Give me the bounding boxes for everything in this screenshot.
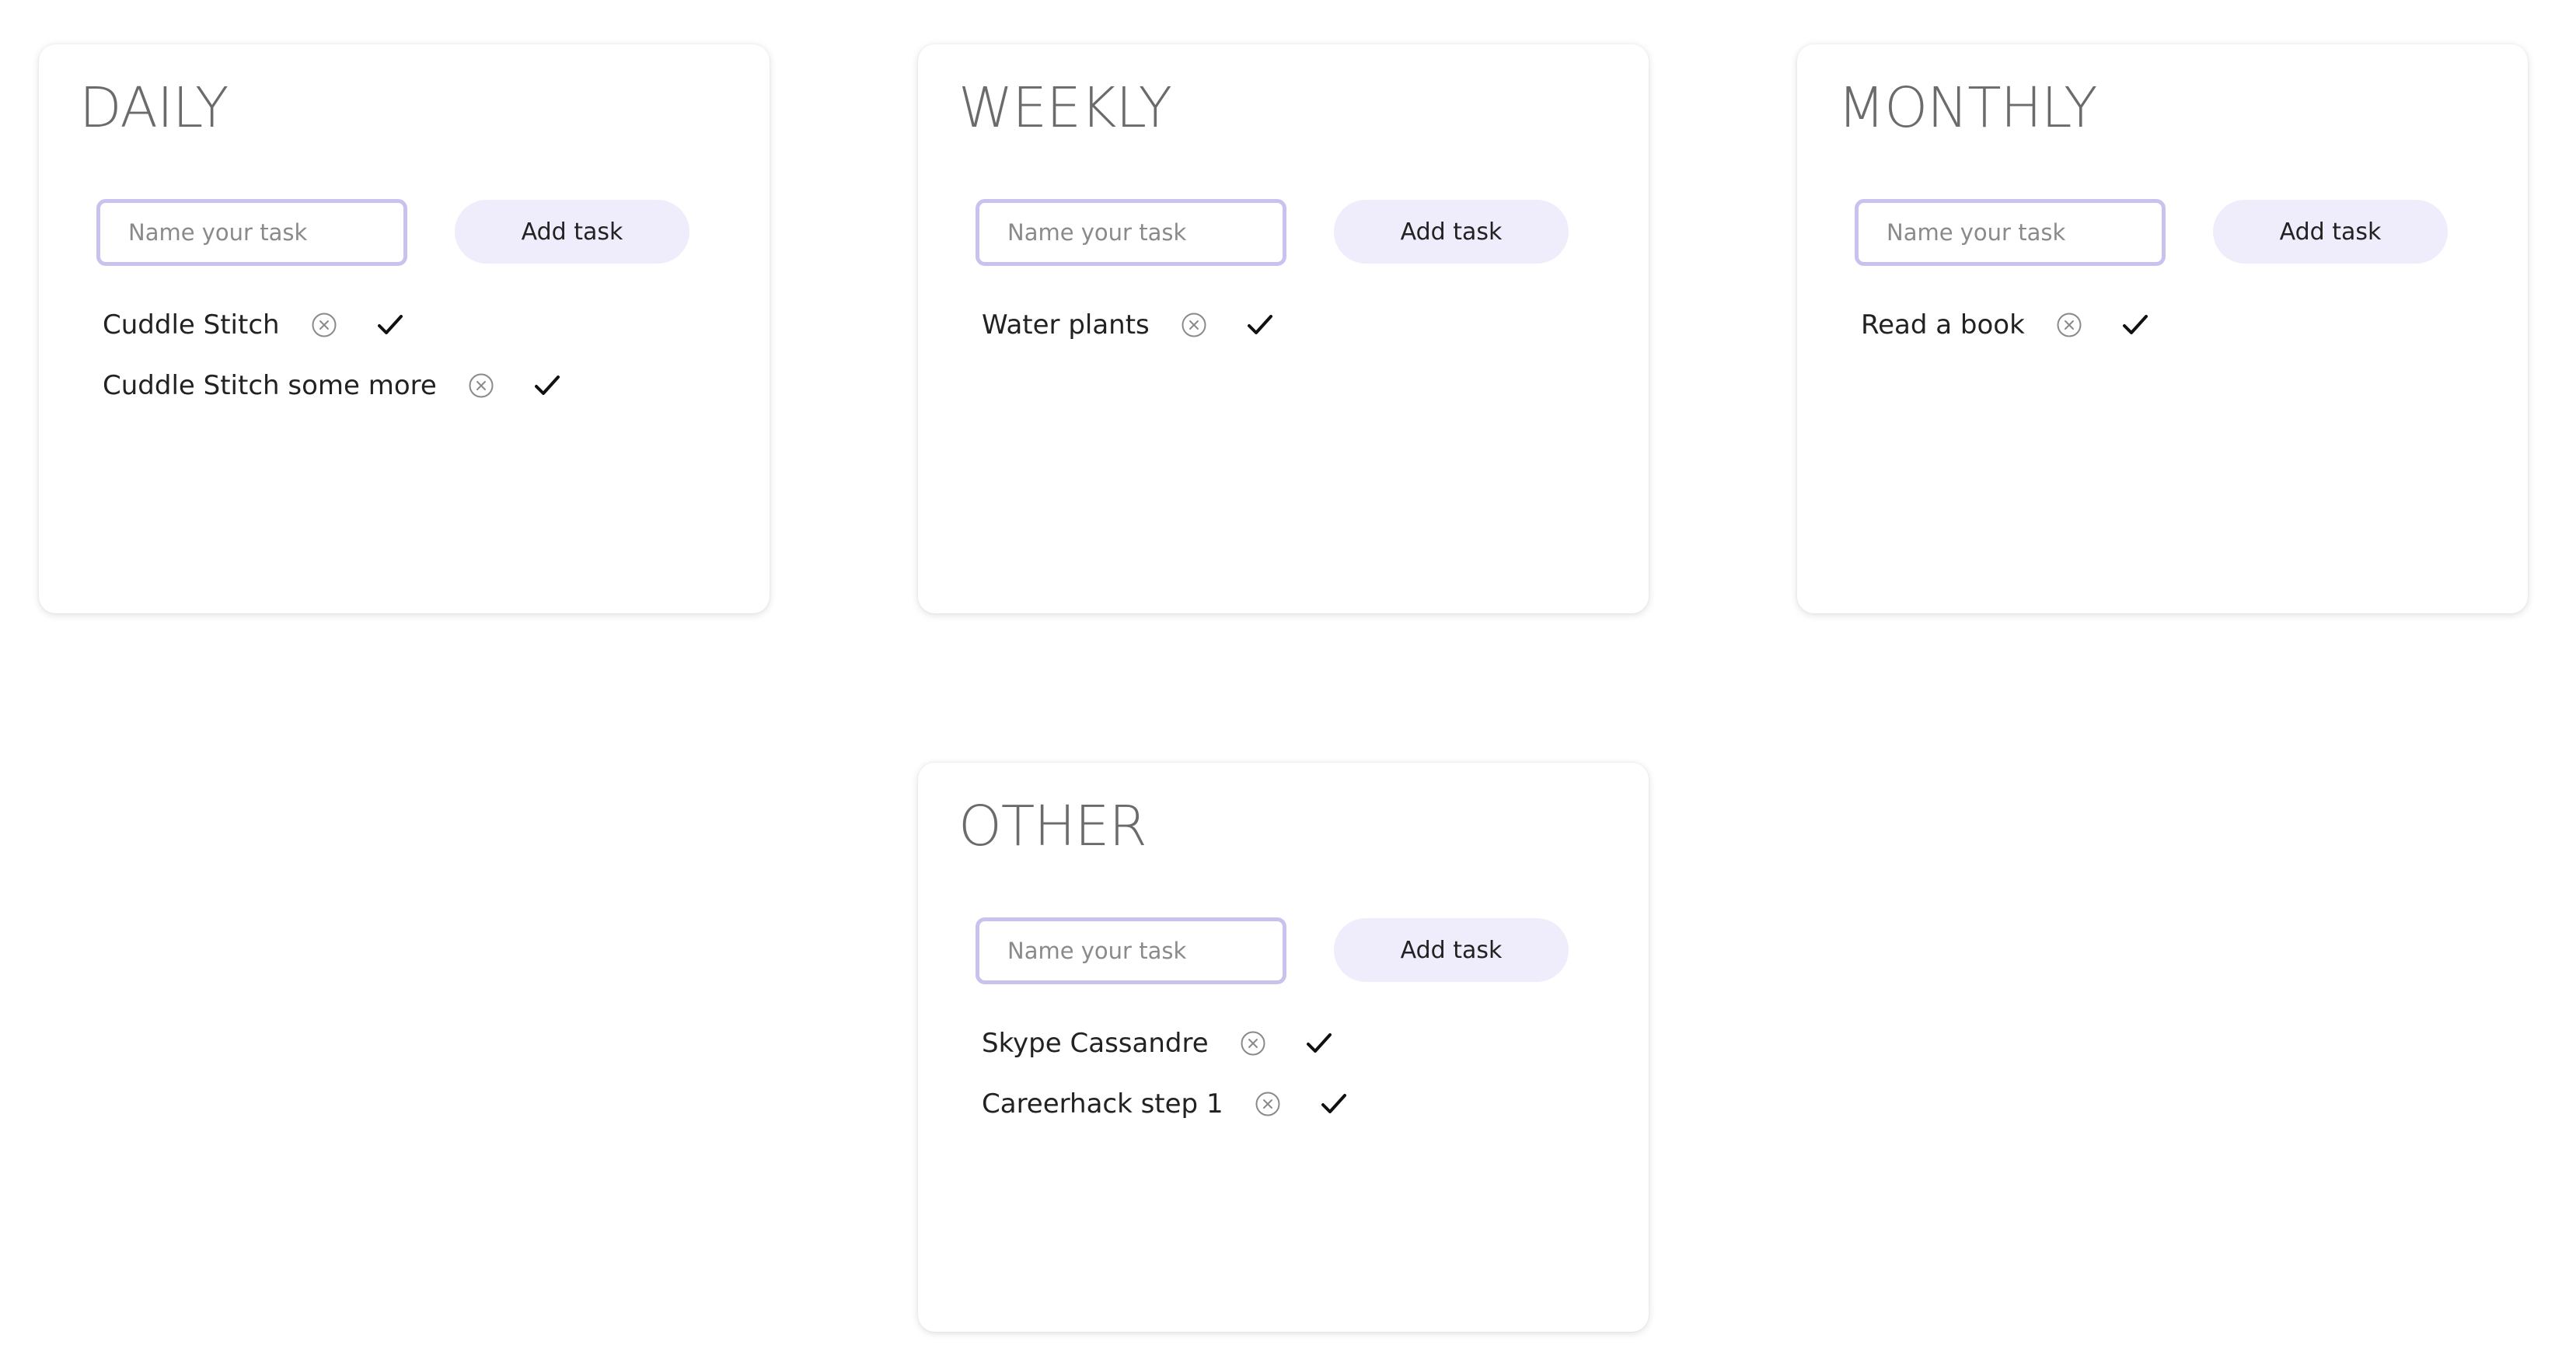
- task-card-weekly: WEEKLY Add task Water plants: [918, 44, 1649, 613]
- card-title: DAILY: [79, 75, 229, 140]
- checkmark-icon[interactable]: [2121, 313, 2149, 337]
- close-circle-icon[interactable]: [468, 372, 494, 399]
- task-list: Water plants: [982, 295, 1274, 355]
- task-label: Skype Cassandre: [982, 1028, 1209, 1059]
- task-item: Cuddle Stitch some more: [103, 355, 561, 416]
- task-list: Read a book: [1861, 295, 2149, 355]
- card-title: WEEKLY: [958, 75, 1172, 140]
- task-list: Skype Cassandre Careerhack step 1: [982, 1013, 1348, 1134]
- close-circle-icon[interactable]: [1255, 1091, 1281, 1117]
- task-item: Water plants: [982, 295, 1274, 355]
- task-label: Careerhack step 1: [982, 1088, 1223, 1120]
- close-circle-icon[interactable]: [1181, 312, 1207, 338]
- task-label: Cuddle Stitch some more: [103, 370, 437, 401]
- close-circle-icon[interactable]: [1240, 1030, 1266, 1057]
- task-name-input[interactable]: [1855, 199, 2166, 266]
- task-item: Cuddle Stitch: [103, 295, 561, 355]
- add-task-button[interactable]: Add task: [2213, 200, 2448, 264]
- task-label: Water plants: [982, 309, 1150, 341]
- task-item: Read a book: [1861, 295, 2149, 355]
- task-label: Read a book: [1861, 309, 2025, 341]
- task-card-monthly: MONTHLY Add task Read a book: [1797, 44, 2528, 613]
- add-task-button[interactable]: Add task: [455, 200, 689, 264]
- checkmark-icon[interactable]: [1305, 1031, 1333, 1056]
- card-title: MONTHLY: [1838, 75, 2098, 140]
- card-title: OTHER: [958, 794, 1147, 858]
- task-name-input[interactable]: [96, 199, 407, 266]
- close-circle-icon[interactable]: [2056, 312, 2082, 338]
- checkmark-icon[interactable]: [1246, 313, 1274, 337]
- checkmark-icon[interactable]: [533, 373, 561, 398]
- task-card-daily: DAILY Add task Cuddle Stitch Cuddle Stit…: [39, 44, 770, 613]
- task-card-other: OTHER Add task Skype Cassandre Careerhac…: [918, 763, 1649, 1332]
- task-list: Cuddle Stitch Cuddle Stitch some more: [103, 295, 561, 416]
- close-circle-icon[interactable]: [311, 312, 337, 338]
- add-task-button[interactable]: Add task: [1334, 200, 1569, 264]
- checkmark-icon[interactable]: [376, 313, 404, 337]
- task-item: Careerhack step 1: [982, 1074, 1348, 1134]
- task-name-input[interactable]: [976, 917, 1286, 984]
- add-task-button[interactable]: Add task: [1334, 918, 1569, 982]
- checkmark-icon[interactable]: [1320, 1092, 1348, 1116]
- task-item: Skype Cassandre: [982, 1013, 1348, 1074]
- task-name-input[interactable]: [976, 199, 1286, 266]
- task-label: Cuddle Stitch: [103, 309, 280, 341]
